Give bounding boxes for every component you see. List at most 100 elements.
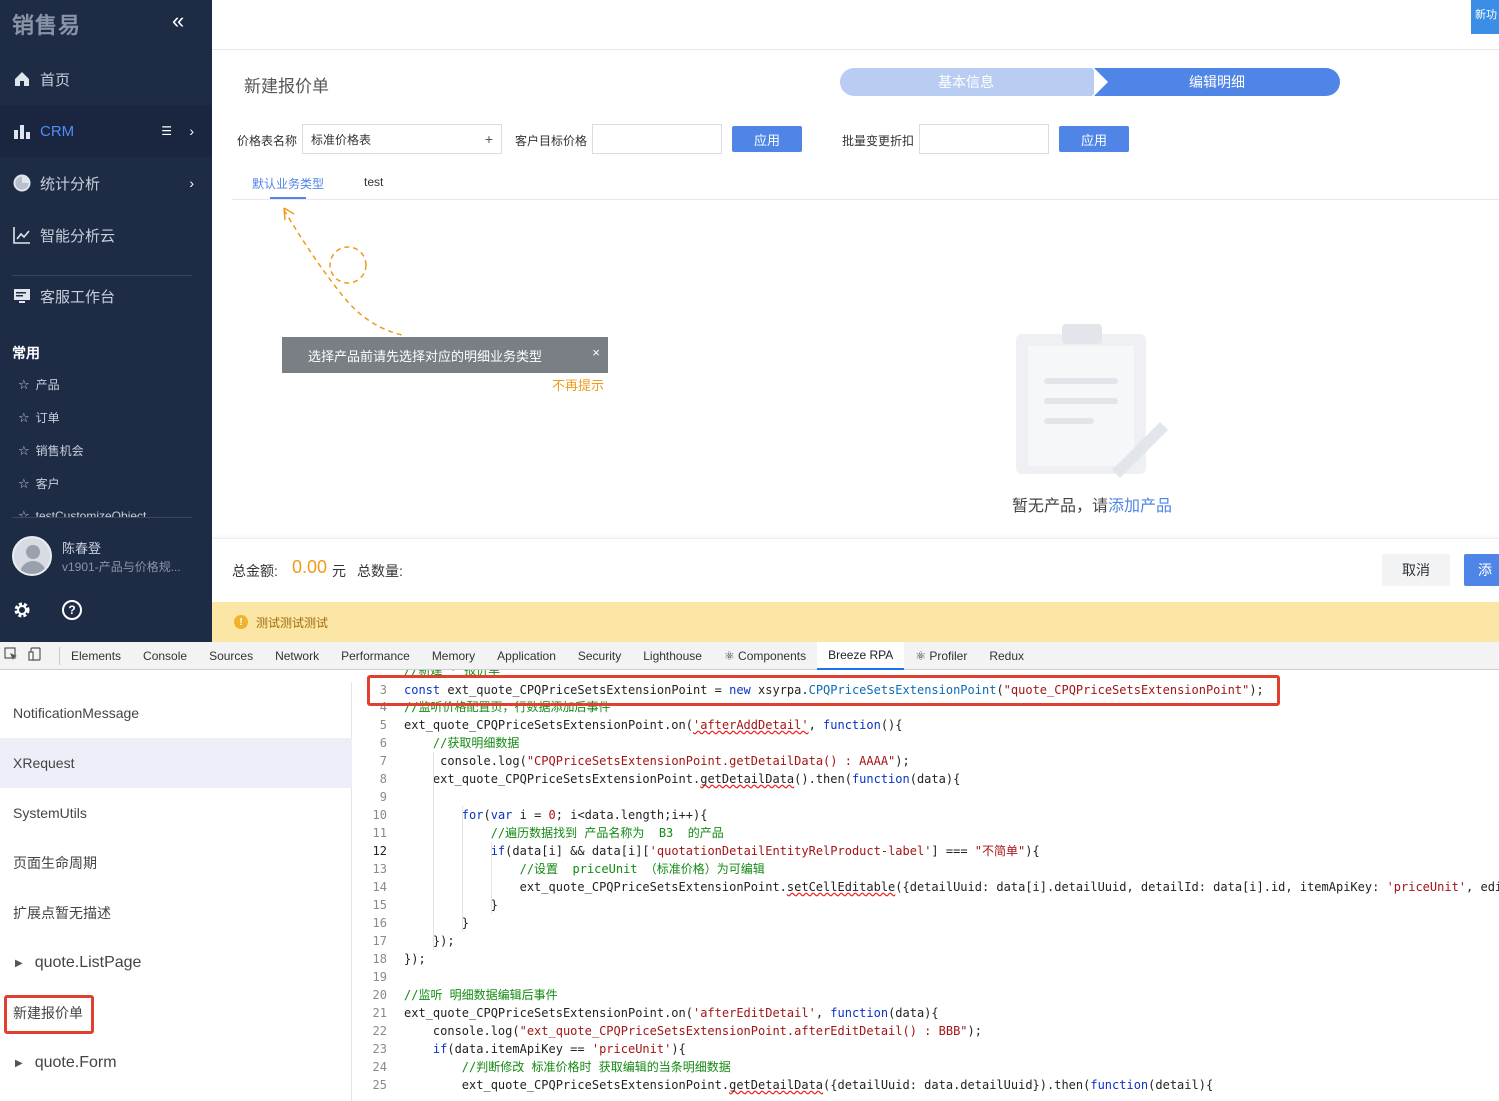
cancel-button[interactable]: 取消 — [1382, 554, 1450, 586]
code-line: 19 — [372, 970, 387, 984]
devtools-tab[interactable]: Console — [132, 642, 198, 670]
list-item[interactable]: NotificationMessage — [0, 688, 352, 738]
nav-item-crm[interactable]: CRM ☰ › — [0, 105, 212, 157]
list-item[interactable]: SystemUtils — [0, 788, 352, 838]
devtools-tabbar: Elements Console Sources Network Performance… — [0, 641, 1499, 670]
main-content: 新功 新建报价单 基本信息 编辑明细 价格表名称 标准价格表 + 客户目标价格 … — [212, 0, 1499, 642]
devtools-panel: Elements Console Sources Network Performance… — [0, 641, 1499, 1101]
devtools-tab[interactable]: Redux — [978, 642, 1035, 670]
add-product-link[interactable]: 添加产品 — [1108, 498, 1172, 515]
code-line: 6 //获取明细数据 — [379, 736, 520, 750]
tab-test[interactable]: test — [364, 175, 383, 189]
chevron-right-icon: › — [189, 123, 194, 139]
nav-item-label: 统计分析 — [40, 175, 101, 193]
favorite-item[interactable]: ☆ 销售机会 — [18, 442, 84, 459]
devtools-tab[interactable]: Lighthouse — [632, 642, 713, 670]
tooltip-tip: 选择产品前请先选择对应的明细业务类型 × — [282, 337, 608, 373]
devtools-tab[interactable]: Network — [264, 642, 330, 670]
target-price-label: 客户目标价格 — [515, 134, 588, 148]
devtools-tab[interactable]: Elements — [60, 642, 132, 670]
help-icon[interactable]: ? — [62, 600, 82, 620]
list-item[interactable]: 页面生命周期 — [0, 838, 352, 888]
close-icon[interactable]: × — [592, 345, 600, 360]
devtools-tab[interactable]: Performance — [330, 642, 421, 670]
target-price-input[interactable] — [592, 124, 722, 154]
new-feature-badge[interactable]: 新功 — [1471, 0, 1499, 34]
code-line: 5 ext_quote_CPQPriceSetsExtensionPoint.on… — [379, 718, 903, 732]
tree-node[interactable]: ▶ quote.Form — [0, 1038, 352, 1088]
home-icon — [12, 69, 32, 89]
code-line: 22 console.log("ext_quote_CPQPriceSetsEx… — [372, 1024, 982, 1038]
favorite-item[interactable]: ☆ 客户 — [18, 475, 60, 492]
add-button[interactable]: 添 — [1464, 554, 1499, 586]
favorite-item[interactable]: ☆ testCustomizeObject — [18, 508, 146, 517]
star-icon: ☆ — [18, 376, 30, 392]
user-name: 陈春登 — [62, 541, 102, 556]
list-item-new-quote[interactable]: 新建报价单 — [0, 988, 352, 1038]
devtools-tab[interactable]: ⚛ Profiler — [904, 642, 978, 670]
total-quantity-label: 总数量: — [357, 563, 403, 579]
user-role: v1901-产品与价格规... — [62, 560, 181, 574]
code-line: 4//监听价格配置页，行数据添加后事件 — [379, 700, 611, 714]
nav-item-statistics[interactable]: 统计分析 › — [0, 157, 212, 209]
nav-item-label: 智能分析云 — [40, 227, 116, 245]
tab-divider — [232, 199, 1499, 200]
empty-state-text: 暂无产品，请添加产品 — [1012, 492, 1172, 516]
collapse-sidebar-icon[interactable]: « — [172, 8, 184, 34]
star-icon: ☆ — [18, 475, 30, 491]
notice-text: 测试测试测试 — [256, 615, 329, 630]
devtools-tab[interactable]: Application — [486, 642, 567, 670]
devtools-tab[interactable]: Breeze RPA — [817, 641, 905, 670]
tab-default-type[interactable]: 默认业务类型 — [252, 175, 324, 192]
list-item[interactable]: XRequest — [0, 738, 352, 788]
dont-show-again-link[interactable]: 不再提示 — [552, 375, 604, 394]
code-editor[interactable]: //新建 · 报价单 3 const ext_quote_CPQPriceSets… — [353, 670, 1499, 1101]
code-line: 12 if(data[i] && data[i]['quotationDetai… — [372, 844, 1040, 858]
inspect-element-icon[interactable] — [4, 647, 18, 664]
devtools-tab[interactable]: ⚛ Components — [713, 642, 817, 670]
discount-input[interactable] — [919, 124, 1049, 154]
step-label: 编辑明细 — [1189, 74, 1245, 90]
step-indicator: 基本信息 编辑明细 — [840, 68, 1340, 96]
code-line: 21 ext_quote_CPQPriceSetsExtensionPoint.o… — [372, 1006, 939, 1020]
nav-item-home[interactable]: 首页 — [0, 53, 212, 105]
nav-item-service-desk[interactable]: 客服工作台 — [0, 270, 212, 322]
nav-item-label: 客服工作台 — [40, 288, 116, 306]
line-chart-icon — [12, 225, 32, 245]
code-line: 7 console.log("CPQPriceSetsExtensionPoin… — [379, 754, 910, 768]
chevron-right-icon: › — [189, 175, 194, 191]
warning-icon: ! — [234, 615, 248, 629]
app-logo: 销售易 — [12, 13, 82, 38]
price-list-select[interactable]: 标准价格表 + — [302, 124, 502, 154]
apply-discount-button[interactable]: 应用 — [1059, 126, 1129, 152]
step-edit-detail[interactable]: 编辑明细 — [1094, 68, 1340, 96]
discount-label: 批量变更折扣 — [842, 134, 915, 148]
nav-item-analytics-cloud[interactable]: 智能分析云 — [0, 209, 212, 261]
guide-arrow — [283, 207, 403, 336]
gear-icon[interactable] — [12, 600, 32, 620]
expand-triangle-icon[interactable]: ▶ — [15, 958, 23, 969]
code-line: 25 ext_quote_CPQPriceSetsExtensionPoint.… — [372, 1078, 1214, 1092]
favorite-label: 产品 — [35, 378, 60, 392]
top-bar: 新功 — [212, 0, 1499, 50]
favorite-item[interactable]: ☆ 订单 — [18, 409, 60, 426]
list-sort-icon[interactable]: ☰ — [161, 124, 172, 138]
pie-chart-icon — [12, 173, 32, 193]
user-profile[interactable]: 陈春登 v1901-产品与价格规... — [12, 536, 202, 580]
avatar — [12, 536, 52, 576]
total-amount-label: 总金额: — [232, 563, 278, 579]
step-basic-info[interactable]: 基本信息 — [840, 68, 1106, 96]
plus-icon[interactable]: + — [485, 131, 493, 147]
list-item[interactable]: 扩展点暂无描述 — [0, 888, 352, 938]
apply-target-price-button[interactable]: 应用 — [732, 126, 802, 152]
tree-node[interactable]: ▶ quote.ListPage — [0, 938, 352, 988]
favorite-item[interactable]: ☆ 产品 — [18, 376, 60, 393]
devtools-tab[interactable]: Security — [567, 642, 632, 670]
devtools-tab[interactable]: Sources — [198, 642, 264, 670]
device-toolbar-icon[interactable] — [28, 647, 42, 664]
expand-triangle-icon[interactable]: ▶ — [15, 1058, 23, 1069]
empty-clipboard-icon — [1012, 322, 1172, 482]
price-list-label: 价格表名称 — [237, 134, 298, 148]
nav-item-label: CRM — [40, 122, 75, 140]
devtools-tab[interactable]: Memory — [421, 642, 486, 670]
